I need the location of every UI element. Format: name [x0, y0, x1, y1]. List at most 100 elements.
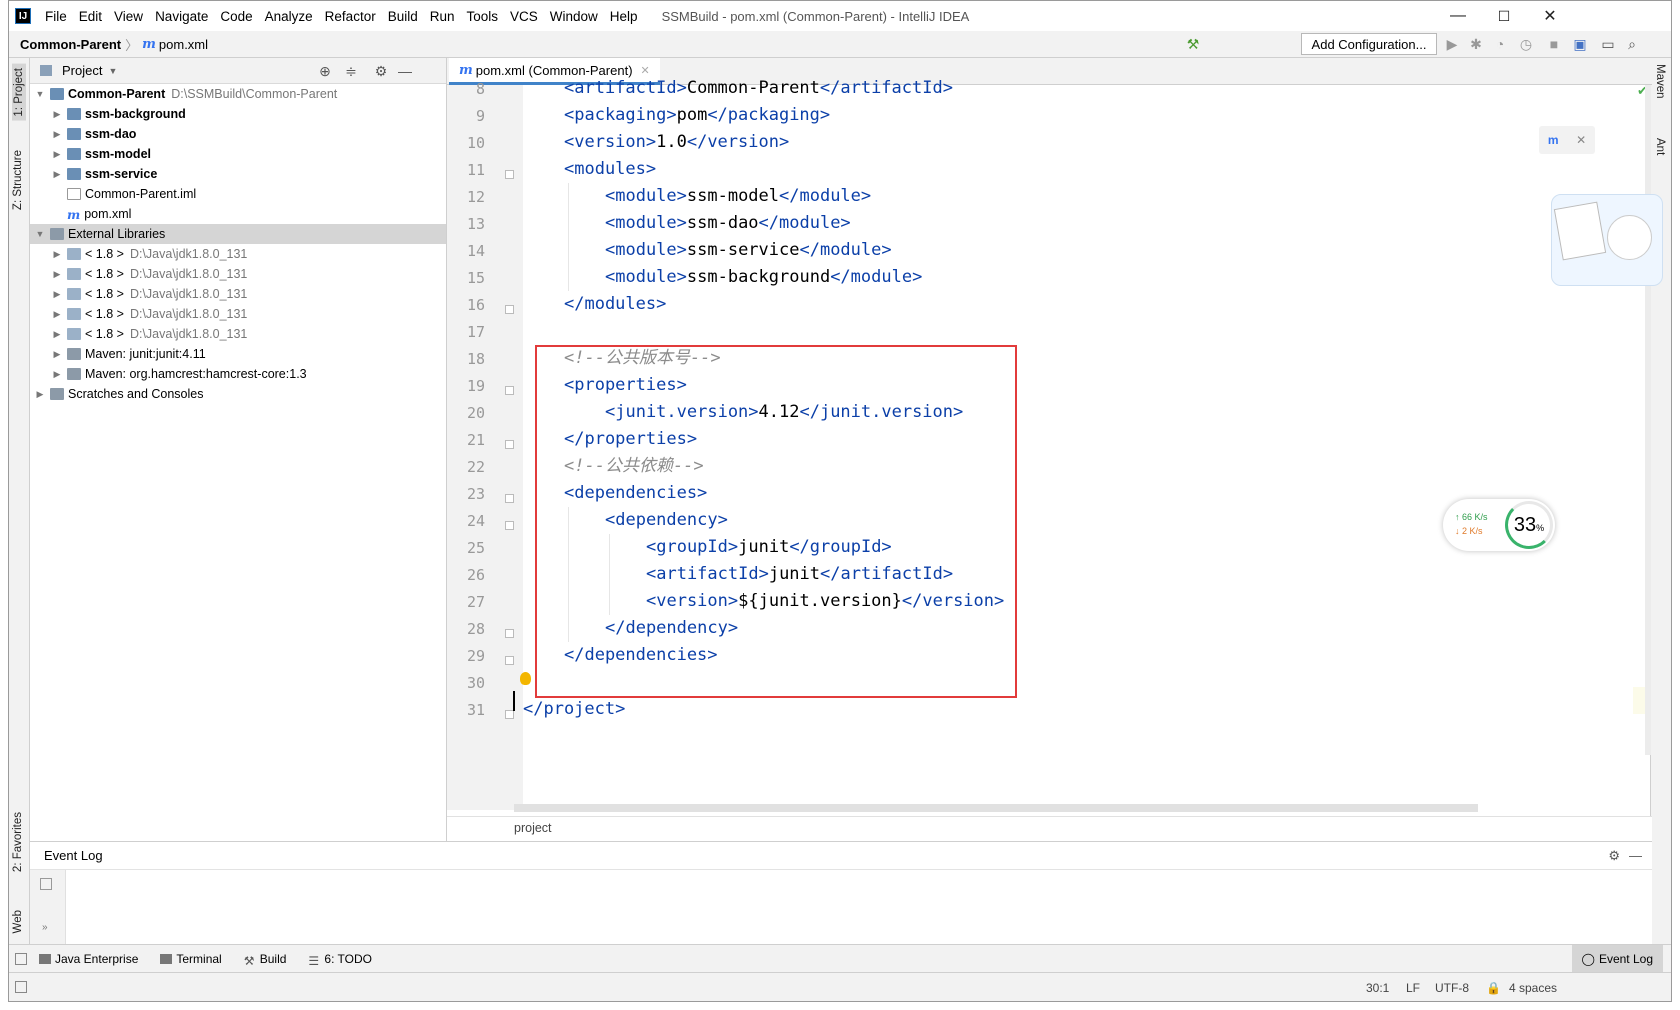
chevron-down-icon[interactable]: ▼ [108, 66, 117, 76]
collapsed-arrow-icon[interactable]: ▶ [51, 349, 63, 360]
tree-item[interactable]: ▶ ssm-model [30, 144, 446, 164]
gear-icon[interactable]: ⚙ [1608, 848, 1620, 864]
tree-item[interactable]: ▶ Maven: org.hamcrest:hamcrest-core:1.3 [30, 364, 446, 384]
collapsed-arrow-icon[interactable]: ▶ [51, 169, 63, 180]
collapsed-arrow-icon[interactable]: ▶ [51, 289, 63, 300]
presentation-icon[interactable]: ▭ [1599, 35, 1617, 53]
status-toggle-icon[interactable] [15, 981, 27, 993]
fold-marker-icon[interactable] [505, 494, 514, 503]
tree-item[interactable]: ▶ < 1.8 > D:\Java\jdk1.8.0_131 [30, 304, 446, 324]
caret-position[interactable]: 30:1 [1366, 981, 1389, 995]
tab-structure-tool[interactable]: Z: Structure [12, 150, 24, 210]
breadcrumb-project[interactable]: Common-Parent [9, 37, 121, 52]
menu-build[interactable]: Build [382, 9, 424, 24]
tree-item[interactable]: ▶ < 1.8 > D:\Java\jdk1.8.0_131 [30, 264, 446, 284]
horizontal-scrollbar[interactable] [514, 804, 1478, 812]
project-structure-icon[interactable]: ▣ [1571, 35, 1589, 53]
menu-vcs[interactable]: VCS [504, 9, 544, 24]
tab-project-tool[interactable]: 1: Project [12, 64, 26, 121]
hide-icon[interactable]: — [396, 62, 414, 80]
project-panel-title[interactable]: Project [62, 63, 102, 78]
tree-item[interactable]: ▶ Scratches and Consoles [30, 384, 446, 404]
tree-item[interactable]: ▼ External Libraries [30, 224, 446, 244]
maven-reload-icon[interactable]: m [1548, 133, 1559, 147]
collapsed-arrow-icon[interactable]: ▶ [51, 129, 63, 140]
tool-build[interactable]: ⚒ Build [244, 952, 287, 968]
stop-icon[interactable]: ■ [1545, 35, 1563, 53]
collapse-all-icon[interactable]: ≑ [342, 62, 360, 80]
fold-marker-icon[interactable] [505, 170, 514, 179]
fold-marker-icon[interactable] [505, 710, 514, 719]
fold-marker-icon[interactable] [505, 386, 514, 395]
menu-run[interactable]: Run [424, 9, 461, 24]
fold-marker-icon[interactable] [505, 305, 514, 314]
tool-todo[interactable]: ☰ 6: TODO [308, 952, 372, 968]
menu-refactor[interactable]: Refactor [319, 9, 382, 24]
tree-item[interactable]: ▼ Common-Parent D:\SSMBuild\Common-Parent [30, 84, 446, 104]
tree-item[interactable]: ▶ < 1.8 > D:\Java\jdk1.8.0_131 [30, 244, 446, 264]
run-icon[interactable]: ▶ [1443, 35, 1461, 53]
tab-favorites-tool[interactable]: 2: Favorites [12, 812, 24, 872]
profile-icon[interactable]: ◷ [1517, 35, 1535, 53]
coverage-icon[interactable]: ◔ [1491, 35, 1509, 53]
collapsed-arrow-icon[interactable]: ▶ [51, 149, 63, 160]
tab-maven-tool[interactable]: Maven [1654, 64, 1666, 99]
collapsed-arrow-icon[interactable]: ▶ [51, 309, 63, 320]
vertical-scrollbar[interactable] [1645, 85, 1651, 755]
indent-setting[interactable]: 4 spaces [1509, 981, 1557, 995]
tool-event-log[interactable]: ◯ Event Log [1571, 944, 1663, 973]
collapsed-arrow-icon[interactable]: ▶ [51, 369, 63, 380]
minimize-button[interactable]: — [1435, 1, 1481, 31]
collapsed-arrow-icon[interactable]: ▶ [51, 329, 63, 340]
maven-reload-popup[interactable]: m ✕ [1539, 126, 1595, 154]
debug-icon[interactable]: ✱ [1467, 35, 1485, 53]
collapsed-arrow-icon[interactable]: ▶ [34, 389, 46, 400]
collapsed-arrow-icon[interactable]: ▶ [51, 109, 63, 120]
tree-item[interactable]: ▶ Maven: junit:junit:4.11 [30, 344, 446, 364]
menu-edit[interactable]: Edit [73, 9, 108, 24]
tree-item[interactable]: ▶ < 1.8 > D:\Java\jdk1.8.0_131 [30, 324, 446, 344]
menu-code[interactable]: Code [214, 9, 258, 24]
tool-terminal[interactable]: Terminal [160, 952, 222, 966]
search-icon[interactable]: ⌕ [1623, 35, 1641, 53]
tab-web-tool[interactable]: Web [12, 910, 24, 933]
collapsed-arrow-icon[interactable]: ▶ [51, 249, 63, 260]
tree-item[interactable]: ▶ ssm-service [30, 164, 446, 184]
expand-icon[interactable]: » [42, 922, 48, 933]
tree-item[interactable]: Common-Parent.iml [30, 184, 446, 204]
fold-marker-icon[interactable] [505, 629, 514, 638]
toggle-tool-windows-icon[interactable] [15, 952, 27, 965]
menu-navigate[interactable]: Navigate [149, 9, 214, 24]
tree-item[interactable]: ▶ < 1.8 > D:\Java\jdk1.8.0_131 [30, 284, 446, 304]
lightbulb-icon[interactable] [520, 672, 531, 685]
mark-read-icon[interactable] [40, 878, 52, 890]
menu-window[interactable]: Window [544, 9, 604, 24]
menu-help[interactable]: Help [604, 9, 644, 24]
fold-marker-icon[interactable] [505, 521, 514, 530]
lock-icon[interactable]: 🔒 [1486, 981, 1501, 995]
expanded-arrow-icon[interactable]: ▼ [34, 89, 46, 99]
line-separator[interactable]: LF [1406, 981, 1420, 995]
menu-tools[interactable]: Tools [461, 9, 505, 24]
tree-item[interactable]: ▶ ssm-background [30, 104, 446, 124]
close-button[interactable]: ✕ [1527, 1, 1573, 31]
gear-icon[interactable]: ⚙ [372, 62, 390, 80]
fold-marker-icon[interactable] [505, 656, 514, 665]
menu-file[interactable]: File [39, 9, 73, 24]
collapsed-arrow-icon[interactable]: ▶ [51, 269, 63, 280]
menu-view[interactable]: View [108, 9, 149, 24]
tree-item[interactable]: ▶ ssm-dao [30, 124, 446, 144]
add-configuration-button[interactable]: Add Configuration... [1301, 33, 1437, 55]
hide-icon[interactable]: — [1629, 848, 1642, 863]
close-popup-icon[interactable]: ✕ [1576, 133, 1586, 147]
fold-marker-icon[interactable] [505, 440, 514, 449]
locate-icon[interactable]: ⊕ [316, 62, 334, 80]
tool-java-enterprise[interactable]: Java Enterprise [39, 952, 138, 966]
build-hammer-icon[interactable]: ⚒ [1184, 35, 1202, 53]
tab-ant-tool[interactable]: Ant [1654, 138, 1666, 155]
breadcrumb-file[interactable]: pom.xml [159, 37, 208, 52]
file-encoding[interactable]: UTF-8 [1435, 981, 1469, 995]
maximize-button[interactable]: ☐ [1481, 1, 1527, 31]
tree-item[interactable]: m pom.xml [30, 204, 446, 224]
menu-analyze[interactable]: Analyze [259, 9, 319, 24]
